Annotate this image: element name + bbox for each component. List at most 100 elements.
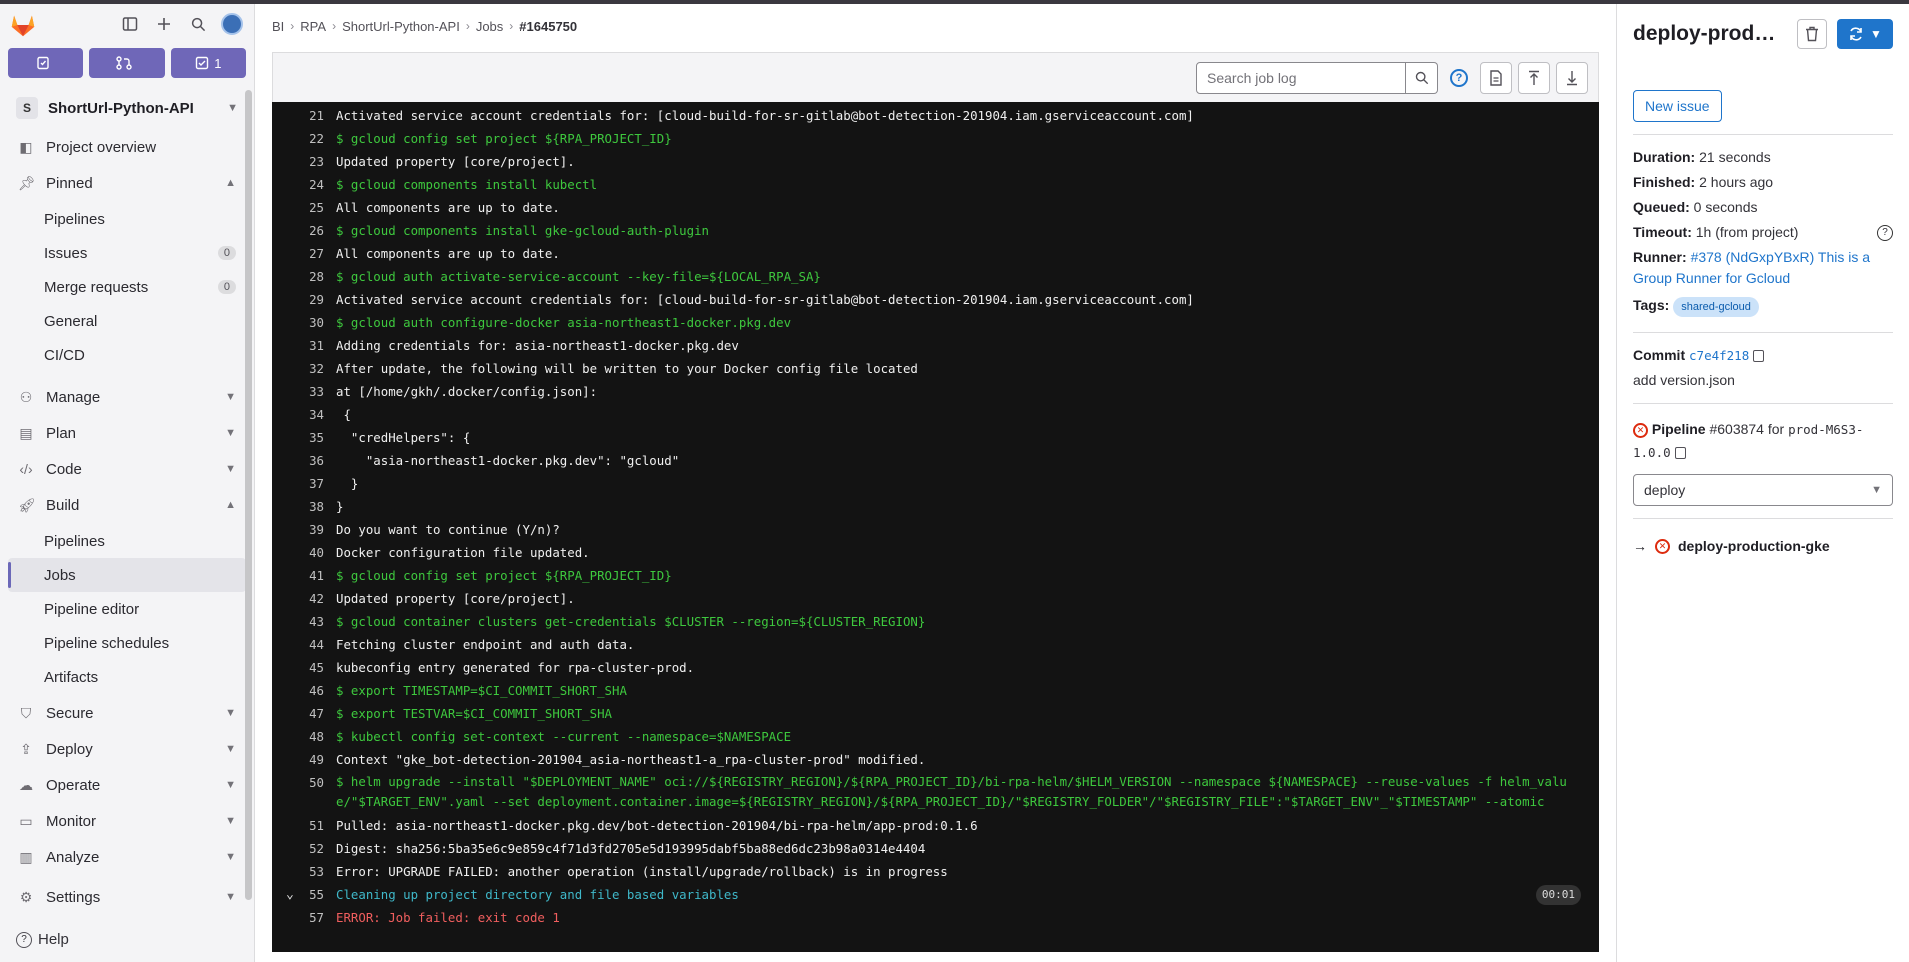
nav-secure[interactable]: ⛉ Secure ▼	[8, 696, 246, 730]
log-line-number[interactable]: 40	[272, 541, 336, 564]
scroll-to-top-icon[interactable]	[1518, 61, 1550, 94]
commit-row: Commit c7e4f218	[1633, 343, 1893, 368]
nav-build[interactable]: 🚀︎ Build ▲	[8, 488, 246, 522]
log-line-number[interactable]: 50	[272, 771, 336, 794]
log-line-number[interactable]: 38	[272, 495, 336, 518]
log-line-number[interactable]: 47	[272, 702, 336, 725]
log-line-number[interactable]: 29	[272, 288, 336, 311]
log-line-number[interactable]: 31	[272, 334, 336, 357]
breadcrumb-current[interactable]: #1645750	[519, 19, 577, 34]
nav-deploy[interactable]: ⇪ Deploy ▼	[8, 732, 246, 766]
pinned-item-general[interactable]: General	[8, 304, 246, 338]
breadcrumb-item[interactable]: BI	[272, 19, 284, 34]
log-line-number[interactable]: 21	[272, 104, 336, 127]
nav-analyze[interactable]: ▥ Analyze ▼	[8, 840, 246, 874]
search-icon[interactable]	[1406, 61, 1438, 94]
pinned-item-issues[interactable]: Issues 0	[8, 236, 246, 270]
log-line-number[interactable]: 49	[272, 748, 336, 771]
log-line-text: $ gcloud auth configure-docker asia-nort…	[336, 315, 792, 330]
log-line-number[interactable]: 24	[272, 173, 336, 196]
stage-dropdown[interactable]: deploy ▼	[1633, 474, 1893, 506]
pinned-item-pipelines[interactable]: Pipelines	[8, 202, 246, 236]
log-line: 53 Error: UPGRADE FAILED: another operati…	[272, 860, 1599, 883]
log-line-number[interactable]: 57	[272, 906, 336, 929]
user-avatar[interactable]	[218, 10, 246, 38]
log-line-number[interactable]: 27	[272, 242, 336, 265]
nav-operate[interactable]: ☁︎ Operate ▼	[8, 768, 246, 802]
breadcrumb-item[interactable]: ShortUrl-Python-API	[342, 19, 460, 34]
pinned-item-cicd[interactable]: CI/CD	[8, 338, 246, 372]
log-line-number[interactable]: 39	[272, 518, 336, 541]
log-line-number[interactable]: 46	[272, 679, 336, 702]
raw-log-icon[interactable]	[1480, 61, 1512, 94]
help-button[interactable]: ? Help	[16, 931, 69, 948]
log-line-number[interactable]: 36	[272, 449, 336, 472]
current-job-item[interactable]: → ✕ deploy-production-gke	[1617, 531, 1909, 561]
log-line-number[interactable]: 44	[272, 633, 336, 656]
log-line-number[interactable]: 35	[272, 426, 336, 449]
merge-requests-counter[interactable]	[89, 48, 165, 78]
log-line-number[interactable]: 42	[272, 587, 336, 610]
log-line-number[interactable]: 41	[272, 564, 336, 587]
avatar	[221, 13, 243, 35]
log-line-number[interactable]: 51	[272, 814, 336, 837]
search-job-log-input[interactable]	[1196, 61, 1406, 94]
todo-counter[interactable]: 1	[170, 48, 246, 78]
project-switcher[interactable]: S ShortUrl-Python-API ▼	[8, 92, 246, 124]
log-line-number[interactable]: 33	[272, 380, 336, 403]
nav-monitor[interactable]: ▭ Monitor ▼	[8, 804, 246, 838]
new-issue-button[interactable]: New issue	[1633, 90, 1722, 122]
log-line-text: "asia-northeast1-docker.pkg.dev": "gclou…	[336, 453, 680, 468]
commit-sha-link[interactable]: c7e4f218	[1689, 348, 1749, 363]
log-line-number[interactable]: 22	[272, 127, 336, 150]
copy-icon[interactable]	[1674, 447, 1686, 460]
queued-row: Queued: 0 seconds	[1633, 195, 1893, 220]
retry-job-button[interactable]: ▼	[1837, 19, 1893, 49]
pipeline-id-link[interactable]: #603874	[1709, 421, 1764, 437]
sidebar-toggle-icon[interactable]	[116, 10, 144, 38]
pinned-item-merge-requests[interactable]: Merge requests 0	[8, 270, 246, 304]
nav-settings[interactable]: ⚙ Settings ▼	[8, 880, 246, 914]
log-line-text: After update, the following will be writ…	[336, 361, 918, 376]
nav-project-overview[interactable]: ◧ Project overview	[8, 130, 246, 164]
log-line-number[interactable]: 30	[272, 311, 336, 334]
build-item-artifacts[interactable]: Artifacts	[8, 660, 246, 694]
log-line-number[interactable]: 48	[272, 725, 336, 748]
log-line-number[interactable]: 34	[272, 403, 336, 426]
nav-plan[interactable]: ▤ Plan ▼	[8, 416, 246, 450]
log-line-number[interactable]: 25	[272, 196, 336, 219]
build-item-pipeline-editor[interactable]: Pipeline editor	[8, 592, 246, 626]
copy-icon[interactable]	[1753, 350, 1765, 363]
search-icon[interactable]	[184, 10, 212, 38]
sidebar-scrollbar[interactable]	[245, 90, 252, 900]
question-icon[interactable]: ?	[1450, 68, 1468, 87]
log-line-number[interactable]: 37	[272, 472, 336, 495]
breadcrumb-item[interactable]: Jobs	[476, 19, 503, 34]
log-section-header[interactable]: ⌄ 55 Cleaning up project directory and fil…	[272, 883, 1599, 906]
nav-code[interactable]: ‹/› Code ▼	[8, 452, 246, 486]
log-line-number[interactable]: 45	[272, 656, 336, 679]
nav-manage[interactable]: ⚇ Manage ▼	[8, 380, 246, 414]
log-line-number[interactable]: 23	[272, 150, 336, 173]
log-line-number[interactable]: 32	[272, 357, 336, 380]
log-line-number[interactable]: 53	[272, 860, 336, 883]
build-item-pipeline-schedules[interactable]: Pipeline schedules	[8, 626, 246, 660]
breadcrumb-item[interactable]: RPA	[300, 19, 326, 34]
scroll-to-bottom-icon[interactable]	[1556, 61, 1588, 94]
nav-label: Artifacts	[44, 668, 99, 686]
build-item-pipelines[interactable]: Pipelines	[8, 524, 246, 558]
erase-job-button[interactable]	[1797, 19, 1827, 49]
build-item-jobs[interactable]: Jobs	[8, 558, 246, 592]
log-line-number[interactable]: 26	[272, 219, 336, 242]
log-line-number[interactable]: 52	[272, 837, 336, 860]
log-line-text: Docker configuration file updated.	[336, 545, 590, 560]
log-line-number[interactable]: 55	[272, 883, 336, 906]
log-line-number[interactable]: 43	[272, 610, 336, 633]
issues-counter[interactable]	[8, 48, 84, 78]
gitlab-logo-icon[interactable]	[8, 9, 38, 39]
nav-pinned[interactable]: 📌︎ Pinned ▲	[8, 166, 246, 200]
chevron-down-icon[interactable]: ⌄	[286, 883, 294, 906]
log-line-number[interactable]: 28	[272, 265, 336, 288]
question-icon[interactable]: ?	[1877, 224, 1893, 241]
create-new-icon[interactable]	[150, 10, 178, 38]
